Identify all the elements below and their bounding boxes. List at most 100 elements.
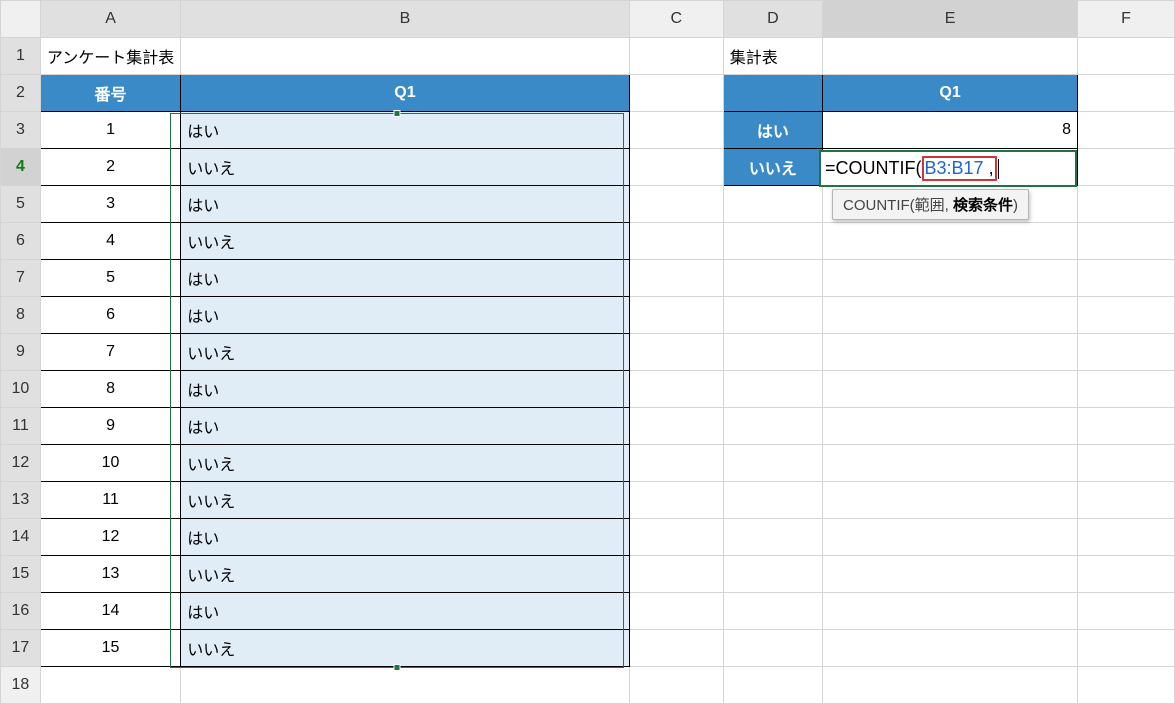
row-header[interactable]: 11 xyxy=(1,408,41,445)
cell[interactable] xyxy=(823,223,1078,260)
cell[interactable] xyxy=(629,593,723,630)
cell[interactable] xyxy=(1078,593,1175,630)
cell[interactable] xyxy=(629,667,723,704)
cell[interactable] xyxy=(629,223,723,260)
row-header[interactable]: 14 xyxy=(1,519,41,556)
cell[interactable] xyxy=(629,112,723,149)
cell[interactable] xyxy=(1078,260,1175,297)
cell[interactable] xyxy=(823,667,1078,704)
row-header[interactable]: 5 xyxy=(1,186,41,223)
tooltip-arg1[interactable]: 範囲 xyxy=(915,197,945,214)
cell[interactable] xyxy=(723,630,822,667)
col-header-D[interactable]: D xyxy=(723,1,822,38)
cell[interactable] xyxy=(823,260,1078,297)
survey-ans[interactable]: いいえ xyxy=(181,630,629,667)
row-header[interactable]: 2 xyxy=(1,75,41,112)
cell[interactable] xyxy=(1078,186,1175,223)
survey-num[interactable]: 6 xyxy=(40,297,180,334)
cell[interactable] xyxy=(629,38,723,75)
survey-num[interactable]: 5 xyxy=(40,260,180,297)
table-header-q1[interactable]: Q1 xyxy=(181,75,629,112)
cell[interactable] xyxy=(629,556,723,593)
summary-value[interactable]: 8 xyxy=(823,112,1078,149)
survey-ans[interactable]: はい xyxy=(181,519,629,556)
cell[interactable] xyxy=(629,482,723,519)
survey-ans[interactable]: はい xyxy=(181,112,629,149)
survey-ans[interactable]: いいえ xyxy=(181,556,629,593)
cell[interactable] xyxy=(629,186,723,223)
cell[interactable] xyxy=(629,630,723,667)
row-header[interactable]: 9 xyxy=(1,334,41,371)
cell[interactable] xyxy=(723,260,822,297)
row-header[interactable]: 16 xyxy=(1,593,41,630)
cell[interactable] xyxy=(823,630,1078,667)
cell[interactable] xyxy=(629,75,723,112)
row-header[interactable]: 18 xyxy=(1,667,41,704)
grid[interactable]: A B C D E F 1 アンケート集計表 集計表 2 番号 Q1 Q1 3 … xyxy=(0,0,1175,704)
survey-ans[interactable]: はい xyxy=(181,260,629,297)
cell[interactable] xyxy=(823,445,1078,482)
survey-ans[interactable]: はい xyxy=(181,297,629,334)
cell[interactable] xyxy=(1078,149,1175,186)
survey-num[interactable]: 11 xyxy=(40,482,180,519)
survey-num[interactable]: 4 xyxy=(40,223,180,260)
cell[interactable] xyxy=(723,297,822,334)
cell[interactable] xyxy=(1078,297,1175,334)
cell[interactable] xyxy=(629,334,723,371)
select-all-corner[interactable] xyxy=(1,1,41,38)
cell[interactable] xyxy=(1078,223,1175,260)
cell[interactable] xyxy=(1078,556,1175,593)
survey-num[interactable]: 15 xyxy=(40,630,180,667)
survey-num[interactable]: 8 xyxy=(40,371,180,408)
cell[interactable] xyxy=(723,482,822,519)
cell[interactable] xyxy=(629,519,723,556)
summary-header-q1[interactable]: Q1 xyxy=(823,75,1078,112)
col-header-A[interactable]: A xyxy=(40,1,180,38)
survey-ans[interactable]: はい xyxy=(181,186,629,223)
cell[interactable] xyxy=(823,297,1078,334)
row-header[interactable]: 3 xyxy=(1,112,41,149)
cell[interactable] xyxy=(629,149,723,186)
row-header[interactable]: 12 xyxy=(1,445,41,482)
formula-editor[interactable]: =COUNTIF( B3:B17 , xyxy=(819,150,1077,187)
survey-ans[interactable]: いいえ xyxy=(181,223,629,260)
cell[interactable] xyxy=(723,519,822,556)
cell[interactable] xyxy=(40,667,180,704)
survey-ans[interactable]: はい xyxy=(181,371,629,408)
cell[interactable] xyxy=(723,667,822,704)
row-header[interactable]: 13 xyxy=(1,482,41,519)
cell[interactable] xyxy=(823,593,1078,630)
row-header[interactable]: 15 xyxy=(1,556,41,593)
row-header[interactable]: 4 xyxy=(1,149,41,186)
survey-ans[interactable]: はい xyxy=(181,593,629,630)
col-header-B[interactable]: B xyxy=(181,1,629,38)
col-header-C[interactable]: C xyxy=(629,1,723,38)
summary-header-blank[interactable] xyxy=(723,75,822,112)
survey-ans[interactable]: いいえ xyxy=(181,482,629,519)
summary-label[interactable]: はい xyxy=(723,112,822,149)
cell[interactable] xyxy=(1078,445,1175,482)
cell[interactable]: アンケート集計表 xyxy=(40,38,180,75)
cell[interactable] xyxy=(823,334,1078,371)
row-header[interactable]: 1 xyxy=(1,38,41,75)
survey-num[interactable]: 7 xyxy=(40,334,180,371)
row-header[interactable]: 7 xyxy=(1,260,41,297)
cell[interactable] xyxy=(1078,334,1175,371)
cell[interactable] xyxy=(1078,371,1175,408)
survey-ans[interactable]: いいえ xyxy=(181,149,629,186)
cell[interactable] xyxy=(823,519,1078,556)
cell[interactable] xyxy=(181,667,629,704)
cell[interactable] xyxy=(629,297,723,334)
cell[interactable] xyxy=(723,371,822,408)
cell[interactable] xyxy=(823,38,1078,75)
cell[interactable] xyxy=(1078,38,1175,75)
survey-num[interactable]: 12 xyxy=(40,519,180,556)
survey-num[interactable]: 2 xyxy=(40,149,180,186)
cell[interactable] xyxy=(1078,519,1175,556)
cell[interactable] xyxy=(629,445,723,482)
survey-ans[interactable]: いいえ xyxy=(181,445,629,482)
cell[interactable] xyxy=(723,186,822,223)
cell[interactable] xyxy=(823,408,1078,445)
cell[interactable] xyxy=(723,445,822,482)
row-header[interactable]: 8 xyxy=(1,297,41,334)
